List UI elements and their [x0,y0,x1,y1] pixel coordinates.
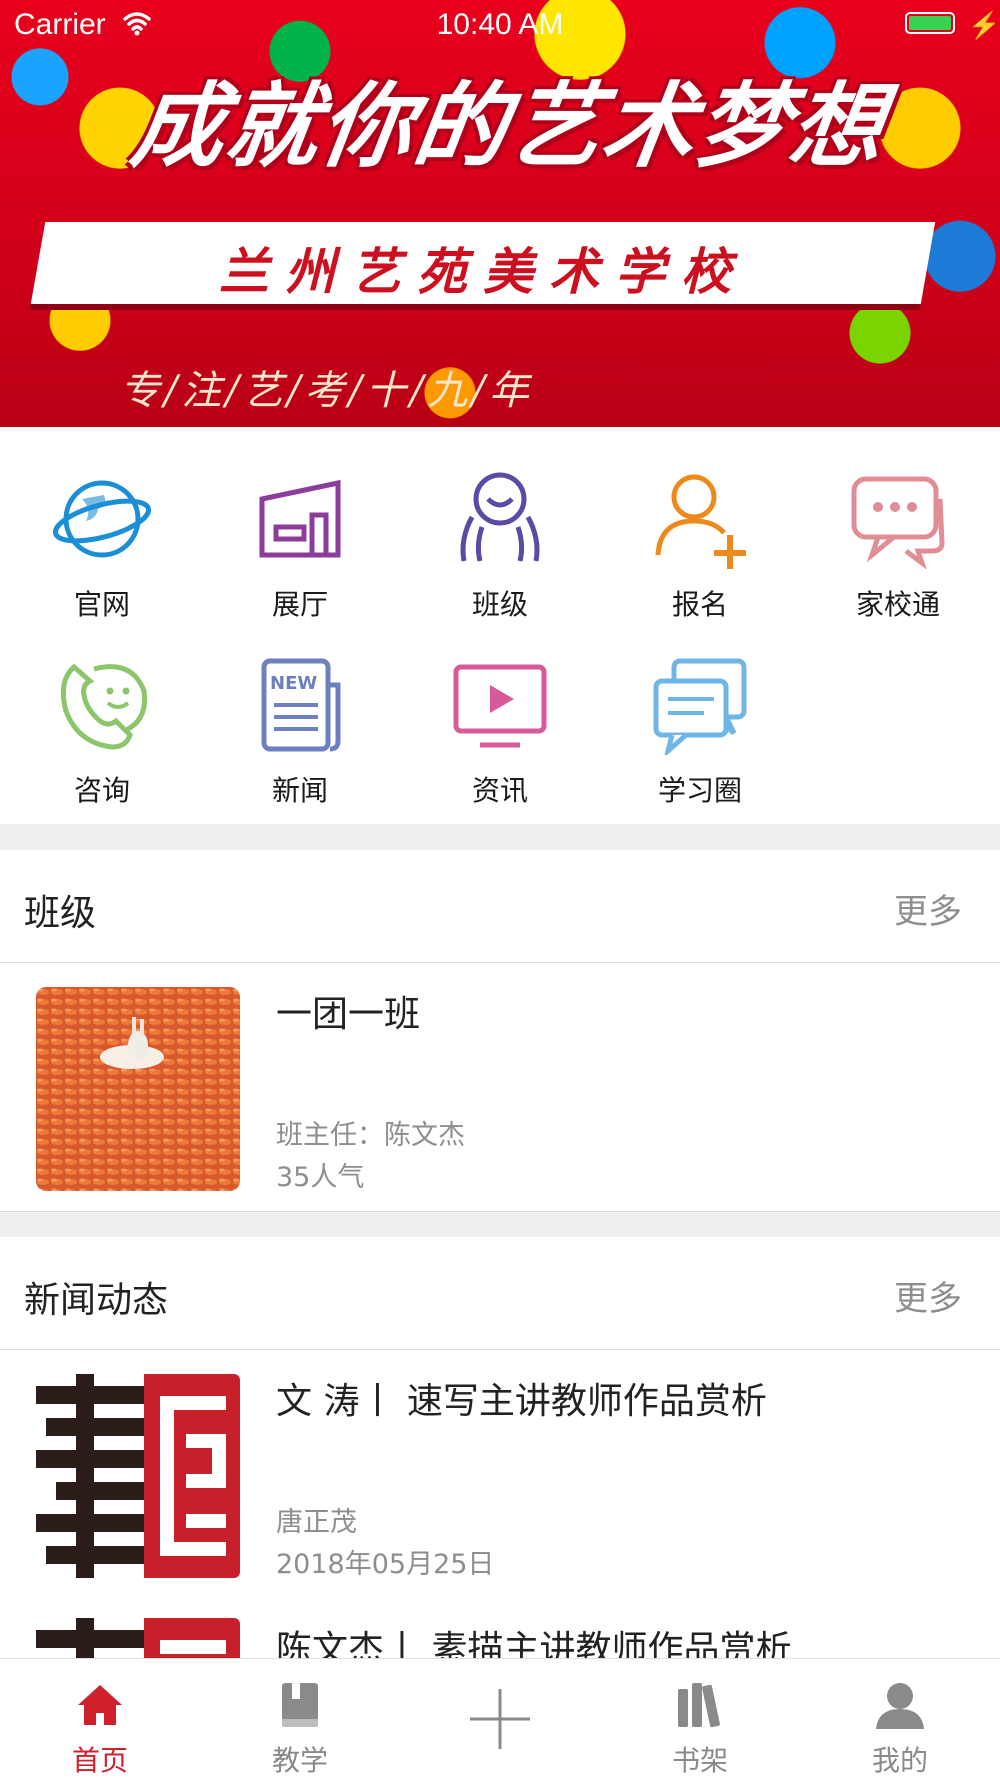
book-icon [282,1683,318,1727]
news-section-header: 新闻动态 更多 [0,1237,1000,1350]
home-icon [78,1685,122,1725]
class-more-link[interactable]: 更多 [894,884,962,933]
tab-label: 我的 [871,1744,928,1777]
grid-label: 官网 [73,588,130,621]
seal-logo [36,1374,240,1578]
news-date: 2018年05月25日 [276,1549,495,1580]
class-card[interactable]: 一团一班 班主任：陈文杰 35人气 [0,963,1000,1211]
function-grid: 官网 展厅 班级 报名 家校通 咨询 NEW 新闻 资讯 学习圈 [0,427,1000,824]
tab-add[interactable] [400,1659,600,1779]
grid-item-website[interactable]: 官网 [0,447,204,621]
class-teacher: 班主任：陈文杰 [276,1120,465,1151]
news-item[interactable]: 陈文杰丨 素描主讲教师作品赏析 [0,1598,1000,1658]
news-item[interactable]: 文 涛丨 速写主讲教师作品赏析 唐正茂 2018年05月25日 [0,1350,1000,1599]
grid-label: 咨询 [73,774,130,807]
bookshelf-icon [678,1683,720,1728]
news-more-link[interactable]: 更多 [894,1271,962,1320]
banner-headline: 成就你的艺术梦想 [125,72,893,180]
grid-item-home-school[interactable]: 家校通 [796,447,1000,621]
chat-bubbles-icon [851,476,945,569]
user-icon [876,1683,924,1729]
plus-icon [470,1689,530,1749]
grid-label: 学习圈 [657,774,742,807]
newspaper-icon: NEW [261,658,341,752]
news-thumbnail [36,1374,240,1578]
globe-icon [52,480,152,558]
class-section-header: 班级 更多 [0,850,1000,963]
messages-icon [653,658,747,755]
section-separator [0,1211,1000,1238]
tab-label: 首页 [71,1744,128,1777]
svg-text:NEW: NEW [270,673,317,694]
grid-item-gallery[interactable]: 展厅 [198,447,402,621]
class-icon [460,472,540,562]
class-thumbnail [36,987,240,1191]
grid-label: 家校通 [855,588,940,621]
section-title: 班级 [24,893,97,934]
banner-slogan: 专/注/艺/考/十/九/年 [120,368,533,414]
section-separator [0,824,1000,850]
charging-icon: ⚡ [968,10,1000,40]
tab-home[interactable]: 首页 [0,1659,200,1779]
class-name: 一团一班 [276,994,421,1035]
status-time: 10:40 AM [436,8,564,41]
banner[interactable]: 成就你的艺术梦想 兰州艺苑美术学校 专/注/艺/考/十/九/年 [0,0,1000,427]
news-title: 文 涛丨 速写主讲教师作品赏析 [276,1381,767,1422]
add-user-icon [655,474,746,569]
tab-bar: 首页 教学 书架 我的 [0,1658,1000,1779]
grid-item-consult[interactable]: 咨询 [0,633,204,807]
grid-label: 报名 [671,588,728,621]
grid-item-info[interactable]: 资讯 [398,633,602,807]
news-title: 陈文杰丨 素描主讲教师作品赏析 [276,1629,792,1658]
grid-item-study-circle[interactable]: 学习圈 [598,633,802,807]
grid-item-class[interactable]: 班级 [398,447,602,621]
grid-label: 新闻 [271,774,328,807]
banner-school-name: 兰州艺苑美术学校 [219,243,747,301]
tab-label: 书架 [671,1744,728,1777]
battery-icon [905,12,955,34]
news-thumbnail [36,1618,240,1658]
status-bar: Carrier 10:40 AM ⚡ [0,0,1000,48]
tab-teaching[interactable]: 教学 [200,1659,400,1779]
grid-label: 班级 [471,588,528,621]
tab-label: 教学 [271,1744,328,1777]
grid-item-signup[interactable]: 报名 [598,447,802,621]
video-icon [453,664,547,748]
grid-item-news[interactable]: NEW 新闻 [198,633,402,807]
grid-label: 展厅 [271,588,328,621]
phone-icon [60,663,148,750]
tab-bookshelf[interactable]: 书架 [600,1659,800,1779]
class-popularity: 35人气 [276,1162,365,1193]
tab-profile[interactable]: 我的 [800,1659,1000,1779]
grid-label: 资讯 [471,774,528,807]
gallery-icon [259,479,341,558]
section-title: 新闻动态 [24,1280,169,1321]
news-author: 唐正茂 [276,1507,357,1538]
